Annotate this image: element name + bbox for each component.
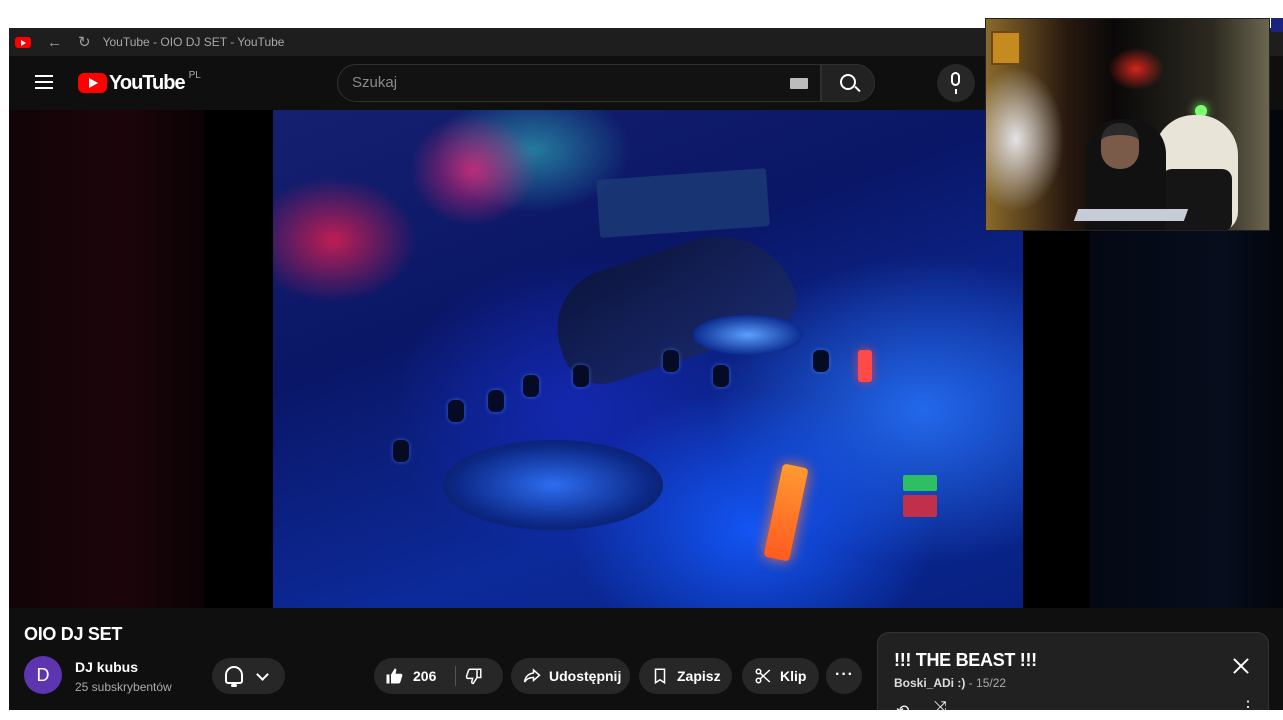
- knob: [523, 375, 539, 397]
- jog-wheel-small: [693, 315, 803, 355]
- hamburger-menu-icon[interactable]: [35, 75, 53, 89]
- keyboard-icon[interactable]: [790, 78, 808, 89]
- knob: [713, 365, 729, 387]
- like-divider: [455, 666, 456, 686]
- search-box: [337, 64, 821, 102]
- close-icon[interactable]: [1232, 657, 1250, 675]
- youtube-logo[interactable]: YouTube PL: [78, 70, 201, 95]
- teddy-bear-shirt: [1162, 169, 1232, 230]
- thumbs-up-icon[interactable]: [385, 667, 403, 685]
- window-title: YouTube - OIO DJ SET - YouTube: [102, 35, 285, 49]
- youtube-favicon-icon: [15, 36, 31, 48]
- chevron-down-icon: [256, 668, 269, 681]
- thumbs-down-icon[interactable]: [465, 667, 483, 685]
- jog-wheel: [443, 440, 663, 530]
- clip-label: Klip: [780, 668, 807, 684]
- more-actions-button[interactable]: ···: [826, 658, 862, 694]
- video-frame[interactable]: [273, 110, 1023, 608]
- playlist-separator: -: [965, 676, 977, 690]
- playlist-position: 15/22: [976, 676, 1007, 690]
- laptop-shape: [596, 168, 770, 238]
- more-dots-icon: ···: [835, 666, 854, 683]
- playlist-owner[interactable]: Boski_ADi :): [894, 676, 965, 690]
- reload-icon[interactable]: ↻: [78, 35, 91, 50]
- orange-led-strip: [763, 463, 809, 562]
- red-pad: [903, 495, 937, 517]
- knob: [488, 390, 504, 412]
- bottom-strip: [0, 710, 1283, 720]
- search-button[interactable]: [821, 64, 875, 102]
- back-arrow-icon[interactable]: ←: [47, 35, 62, 50]
- scissors-icon: [755, 668, 771, 684]
- streamer-head: [1101, 123, 1139, 169]
- playlist-panel: !!! THE BEAST !!! Boski_ADi :) - 15/22 ⟲…: [877, 632, 1269, 720]
- clip-button[interactable]: Klip: [742, 658, 819, 694]
- logo-wordmark: YouTube: [109, 72, 186, 94]
- bell-icon: [225, 666, 243, 687]
- share-button[interactable]: Udostępnij: [511, 658, 630, 694]
- playlist-meta: Boski_ADi :) - 15/22: [894, 676, 1006, 690]
- search-icon: [840, 74, 856, 90]
- youtube-play-icon: [78, 73, 107, 93]
- share-label: Udostępnij: [549, 668, 622, 684]
- corner-marker: [1271, 18, 1283, 32]
- share-arrow-icon: [523, 668, 541, 683]
- notification-bell-button[interactable]: [212, 658, 285, 694]
- webcam-overlay: [985, 18, 1270, 231]
- red-led: [858, 350, 872, 382]
- subscriber-count: 25 subskrybentów: [75, 680, 172, 694]
- country-code: PL: [188, 70, 201, 81]
- voice-search-button[interactable]: [937, 64, 975, 102]
- video-title: OIO DJ SET: [24, 624, 123, 644]
- knob: [813, 350, 829, 372]
- bookmark-icon: [654, 668, 666, 685]
- like-count[interactable]: 206: [413, 668, 436, 684]
- knob: [448, 400, 464, 422]
- channel-avatar[interactable]: D: [24, 656, 62, 694]
- wall-picture: [991, 31, 1021, 65]
- channel-name[interactable]: DJ kubus: [75, 659, 138, 675]
- save-button[interactable]: Zapisz: [639, 658, 732, 694]
- like-dislike-group: 206: [374, 658, 503, 694]
- ambient-glow-left: [9, 110, 204, 608]
- knob: [663, 350, 679, 372]
- knob: [573, 365, 589, 387]
- mic-icon: [951, 72, 960, 94]
- playlist-title[interactable]: !!! THE BEAST !!!: [894, 650, 1037, 671]
- green-pad: [903, 475, 937, 491]
- search-input[interactable]: [352, 74, 752, 91]
- save-label: Zapisz: [677, 668, 721, 684]
- keyboard-shape: [1073, 209, 1189, 221]
- knob: [393, 440, 409, 462]
